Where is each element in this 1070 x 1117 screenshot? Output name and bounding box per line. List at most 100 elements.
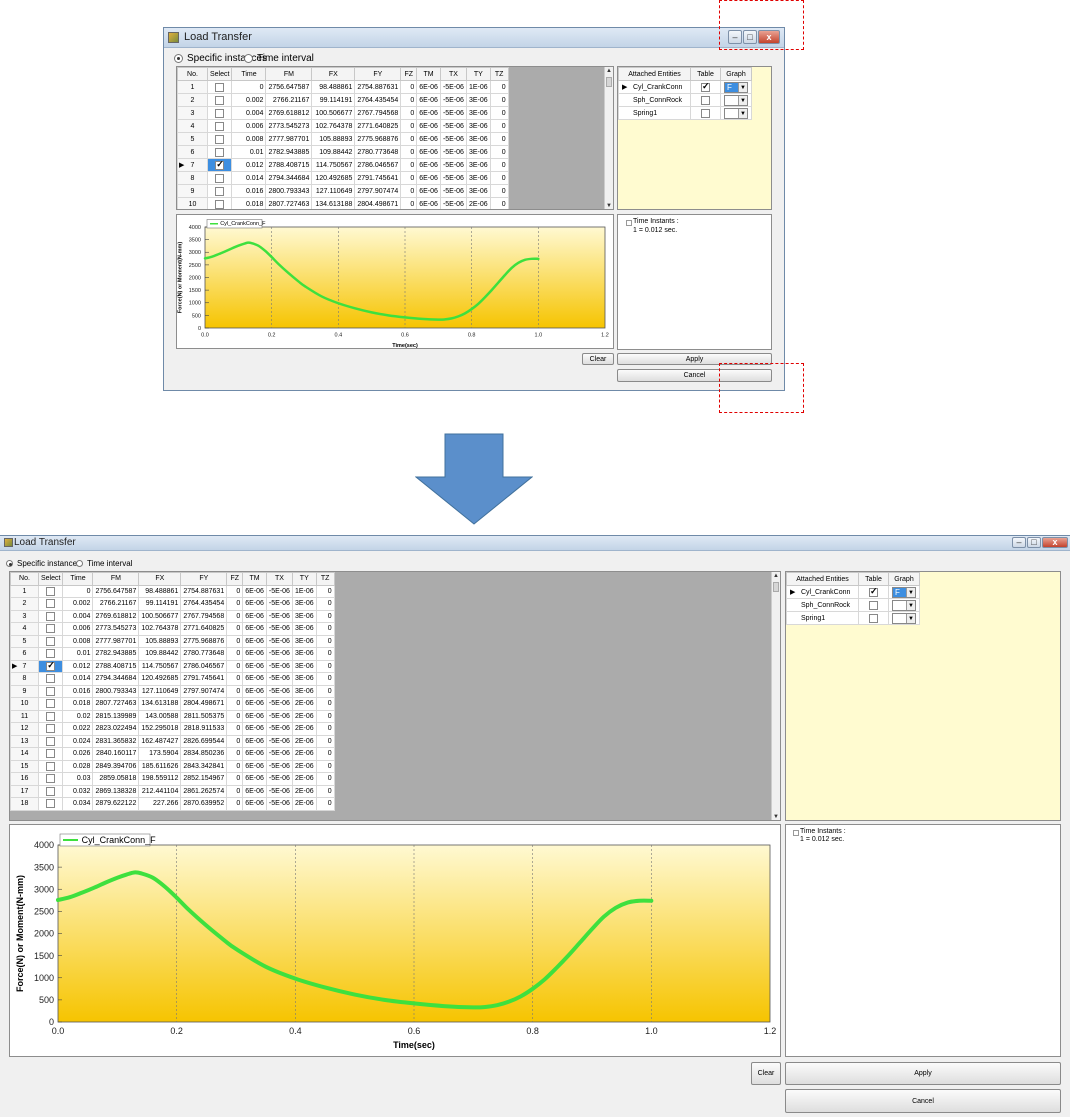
chevron-down-icon[interactable]: ▼	[738, 108, 747, 118]
chevron-down-icon[interactable]: ▼	[906, 587, 915, 597]
graph-dropdown[interactable]: ▼	[892, 599, 916, 611]
table-row[interactable]: 16 0.03 2859.05818 198.559112 2852.154967 0 6E…	[10, 772, 335, 786]
select-cell[interactable]	[37, 659, 64, 673]
column-header[interactable]: No.	[177, 67, 208, 81]
select-checkbox[interactable]	[46, 799, 56, 809]
table-row[interactable]: 15 0.028 2849.394706 185.611626 2843.342841 0…	[10, 759, 335, 773]
table-row[interactable]: 4 0.006 2773.545273 102.764378 2771.640825 0 6…	[10, 622, 335, 636]
table-row[interactable]: 8 0.014 2794.344684 120.492685 2791.745641 0 6…	[10, 672, 335, 686]
select-checkbox[interactable]	[215, 82, 225, 92]
radio-time-interval[interactable]: Time interval	[244, 53, 314, 64]
column-header[interactable]: FZ	[226, 572, 244, 586]
table-row[interactable]: 9 0.016 2800.793343 127.110649 2797.907474 0 6…	[10, 684, 335, 698]
graph-dropdown[interactable]: F ▼	[892, 586, 916, 598]
select-checkbox[interactable]	[46, 599, 56, 609]
select-checkbox[interactable]	[46, 674, 56, 684]
select-cell[interactable]	[206, 132, 233, 146]
table-row[interactable]: 5 0.008 2777.987701 105.88893 2775.968876 0 6E…	[10, 634, 335, 648]
table-row[interactable]: 1 0 2756.647587 98.488861 2754.887631 0 6E-06-…	[10, 584, 335, 598]
select-checkbox[interactable]	[46, 686, 56, 696]
select-checkbox[interactable]	[215, 121, 225, 131]
column-header[interactable]: TY	[465, 67, 491, 81]
large-cancel-button[interactable]: Cancel	[785, 1089, 1061, 1113]
entity-table-checkbox[interactable]	[869, 613, 878, 623]
table-row[interactable]: 10 0.018 2807.727463 134.613188 2804.498671 0…	[10, 697, 335, 711]
entity-table-checkbox[interactable]	[869, 586, 878, 597]
entity-table-checkbox[interactable]	[701, 108, 710, 118]
maximize-button[interactable]: □	[1027, 537, 1041, 548]
minimize-button[interactable]: –	[1012, 537, 1026, 548]
scroll-down-icon[interactable]: ▼	[772, 813, 780, 820]
table-row[interactable]: 10 0.018 2807.727463 134.613188 2804.498671 0…	[177, 197, 509, 209]
select-cell[interactable]	[37, 772, 64, 786]
column-header[interactable]: FM	[265, 67, 313, 81]
time-instant-item[interactable]: 1 = 0.012 sec.	[633, 226, 677, 236]
column-header[interactable]: Time	[62, 572, 94, 586]
scroll-thumb[interactable]	[606, 77, 612, 87]
column-header[interactable]: TY	[291, 572, 317, 586]
select-checkbox[interactable]	[46, 636, 56, 646]
entity-column-header[interactable]: Attached Entities	[786, 572, 859, 586]
select-checkbox[interactable]	[215, 159, 225, 170]
select-checkbox[interactable]	[215, 186, 225, 196]
entity-column-header[interactable]: Table	[690, 67, 721, 81]
select-cell[interactable]	[37, 697, 64, 711]
table-row[interactable]: 7▶0.0122788.408715114.7505672786.0465670…	[10, 659, 335, 673]
table-row[interactable]: 8 0.014 2794.344684 120.492685 2791.745641 0 6…	[177, 171, 509, 185]
chevron-down-icon[interactable]: ▼	[906, 600, 915, 610]
select-cell[interactable]	[37, 709, 64, 723]
select-cell[interactable]	[37, 609, 64, 623]
table-row[interactable]: 12 0.022 2823.022494 152.295018 2818.911533 0…	[10, 722, 335, 736]
scroll-down-icon[interactable]: ▼	[605, 202, 613, 209]
time-instant-item[interactable]: 1 = 0.012 sec.	[800, 835, 844, 845]
select-checkbox[interactable]	[46, 786, 56, 796]
table-row[interactable]: 1 0 2756.647587 98.488861 2754.887631 0 6E-06-…	[177, 80, 509, 94]
column-header[interactable]: TZ	[489, 67, 509, 81]
column-header[interactable]: FX	[138, 572, 182, 586]
select-cell[interactable]	[37, 747, 64, 761]
table-row[interactable]: 17 0.032 2869.138328 212.441104 2861.262574 0…	[10, 784, 335, 798]
select-cell[interactable]	[206, 184, 233, 198]
select-checkbox[interactable]	[215, 147, 225, 157]
column-header[interactable]: TX	[439, 67, 467, 81]
table-row[interactable]: 2 0.002 2766.21167 99.114191 2764.435454 0 6E-…	[177, 93, 509, 107]
table-row[interactable]: 2 0.002 2766.21167 99.114191 2764.435454 0 6E-…	[10, 597, 335, 611]
graph-dropdown[interactable]: ▼	[724, 107, 748, 119]
select-checkbox[interactable]	[46, 711, 56, 721]
entity-row[interactable]: Spring1 ▼	[786, 611, 920, 625]
column-header[interactable]: TZ	[315, 572, 335, 586]
table-row[interactable]: 18 0.034 2879.622122 227.266 2870.639952 0 6E-…	[10, 797, 335, 811]
table-row[interactable]: 3 0.004 2769.618812 100.506677 2767.794568 0 6…	[177, 106, 509, 120]
table-row[interactable]: 3 0.004 2769.618812 100.506677 2767.794568 0 6…	[10, 609, 335, 623]
entity-table-checkbox[interactable]	[869, 600, 878, 610]
entity-row[interactable]: ▶Cyl_CrankConnF▼	[786, 585, 920, 599]
small-clear-button[interactable]: Clear	[582, 353, 614, 365]
select-checkbox[interactable]	[215, 108, 225, 118]
column-header[interactable]: FY	[180, 572, 228, 586]
select-cell[interactable]	[37, 734, 64, 748]
chevron-down-icon[interactable]: ▼	[906, 613, 915, 623]
table-row[interactable]: 9 0.016 2800.793343 127.110649 2797.907474 0 6…	[177, 184, 509, 198]
column-header[interactable]: TM	[242, 572, 267, 586]
entity-row[interactable]: Sph_ConnRock ▼	[618, 93, 752, 107]
column-header[interactable]: TM	[416, 67, 441, 81]
column-header[interactable]: Select	[206, 67, 233, 81]
scroll-up-icon[interactable]: ▲	[605, 67, 613, 76]
entity-column-header[interactable]: Graph	[888, 572, 920, 586]
select-checkbox[interactable]	[46, 586, 56, 596]
large-clear-button[interactable]: Clear	[751, 1062, 781, 1085]
select-checkbox[interactable]	[46, 774, 56, 784]
column-header[interactable]: Select	[37, 572, 64, 586]
entity-column-header[interactable]: Table	[858, 572, 889, 586]
select-checkbox[interactable]	[46, 611, 56, 621]
select-cell[interactable]	[206, 106, 233, 120]
select-checkbox[interactable]	[215, 199, 225, 209]
select-cell[interactable]	[37, 759, 64, 773]
graph-dropdown[interactable]: F ▼	[724, 81, 748, 93]
graph-dropdown[interactable]: ▼	[724, 94, 748, 106]
select-cell[interactable]	[37, 797, 64, 811]
select-cell[interactable]	[37, 684, 64, 698]
entity-column-header[interactable]: Attached Entities	[618, 67, 691, 81]
column-header[interactable]: No.	[10, 572, 39, 586]
select-checkbox[interactable]	[215, 173, 225, 183]
